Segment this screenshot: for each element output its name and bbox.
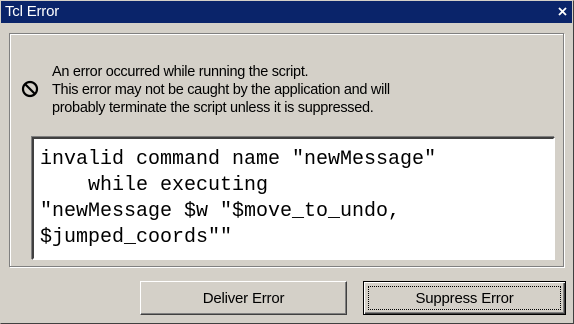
- close-button[interactable]: [554, 3, 570, 19]
- title-bar[interactable]: Tcl Error: [1, 1, 572, 23]
- detail-line: "newMessage $w "$move_to_undo,: [40, 200, 401, 223]
- suppress-error-label: Suppress Error: [415, 289, 514, 307]
- stop-icon: [21, 80, 39, 98]
- close-icon: [557, 6, 567, 16]
- detail-line: while executing: [40, 174, 269, 197]
- message-line: probably terminate the script unless it …: [52, 100, 374, 116]
- tcl-error-dialog: Tcl Error An error occurred while runnin…: [0, 0, 574, 324]
- deliver-error-label: Deliver Error: [202, 289, 285, 307]
- message-line: This error may not be caught by the appl…: [52, 82, 390, 98]
- detail-line: $jumped_coords"": [40, 226, 233, 249]
- message-line: An error occurred while running the scri…: [52, 64, 309, 80]
- error-message: An error occurred while running the scri…: [52, 63, 542, 117]
- deliver-error-button[interactable]: Deliver Error: [140, 281, 347, 315]
- window-title: Tcl Error: [5, 3, 60, 20]
- suppress-error-button[interactable]: Suppress Error: [363, 281, 566, 315]
- detail-line: invalid command name "newMessage": [40, 148, 437, 171]
- error-details-textbox[interactable]: invalid command name "newMessage" while …: [32, 137, 555, 260]
